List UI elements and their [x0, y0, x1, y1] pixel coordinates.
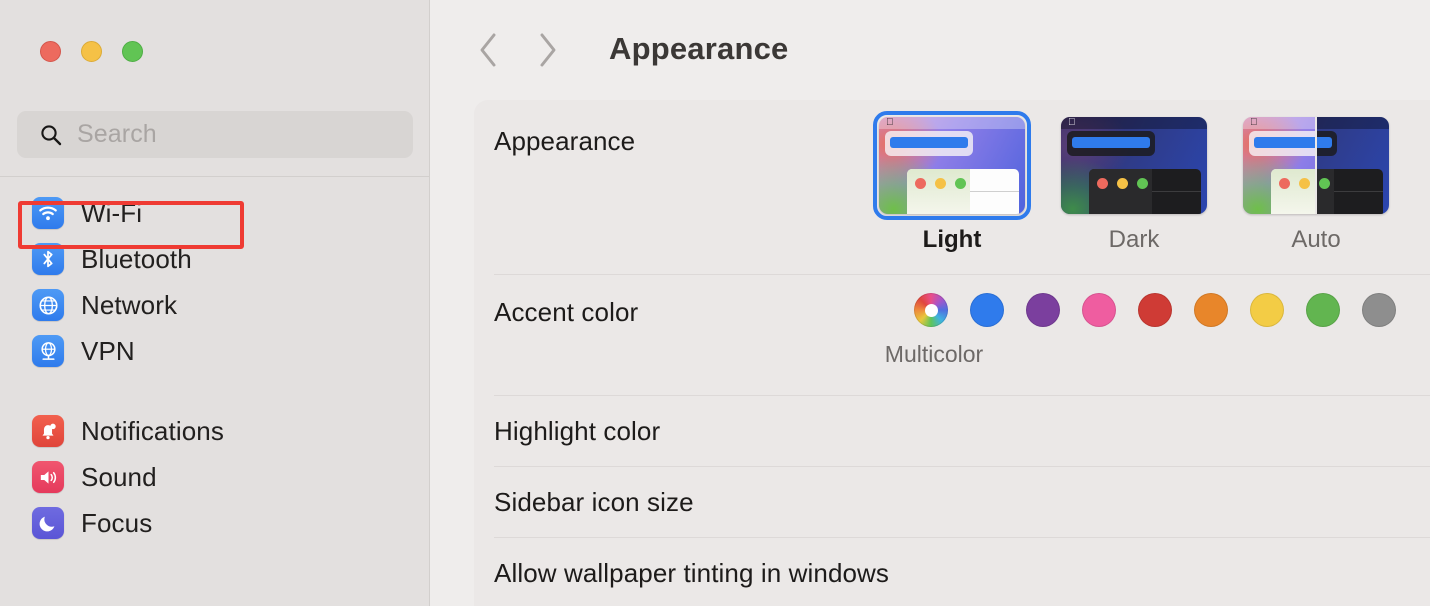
- sidebar-item-label: Bluetooth: [81, 243, 192, 274]
- search-icon: [41, 124, 62, 145]
- sidebar-item-label: Focus: [81, 507, 153, 538]
- appearance-option-label: Dark: [1108, 226, 1160, 253]
- accent-color-swatches: [914, 293, 1396, 327]
- sidebar-item-vpn[interactable]: VPN: [0, 328, 430, 374]
- sidebar-item-label: Network: [81, 289, 178, 320]
- sidebar-item-wifi[interactable]: Wi-Fi: [0, 190, 430, 236]
- navigation-arrows: [473, 28, 563, 72]
- appearance-option-auto[interactable]: : [1243, 117, 1389, 254]
- row-sidebar-icon-size: Sidebar icon size Medium: [474, 467, 1430, 537]
- sidebar: Search Wi-Fi Bluetooth Network VPN Notif…: [0, 0, 430, 606]
- row-accent-color: Accent color Multicolor: [474, 275, 1430, 395]
- content-area: Appearance Appearance : [431, 0, 1430, 606]
- appearance-option-light[interactable]:  Light: [873, 111, 1031, 254]
- chevron-right-icon[interactable]: [533, 28, 563, 72]
- accent-swatch-blue[interactable]: [970, 293, 1004, 327]
- row-label: Highlight color: [494, 415, 661, 446]
- apple-logo-icon: : [1068, 118, 1076, 128]
- apple-logo-icon: : [1250, 118, 1258, 128]
- close-button[interactable]: [40, 41, 61, 62]
- accent-swatch-purple[interactable]: [1026, 293, 1060, 327]
- row-appearance: Appearance : [474, 100, 1430, 274]
- appearance-options:  Light: [873, 111, 1389, 254]
- moon-icon: [32, 507, 64, 539]
- sidebar-group-network: Wi-Fi Bluetooth Network VPN: [0, 190, 430, 374]
- accent-swatch-red[interactable]: [1138, 293, 1172, 327]
- row-highlight-color: Highlight color Accent Color: [474, 396, 1430, 466]
- bell-icon: [32, 415, 64, 447]
- row-label: Accent color: [494, 297, 639, 327]
- sidebar-item-focus[interactable]: Focus: [0, 500, 430, 546]
- sidebar-item-sound[interactable]: Sound: [0, 454, 430, 500]
- accent-swatch-orange[interactable]: [1194, 293, 1228, 327]
- wifi-icon: [32, 197, 64, 229]
- toolbar: Appearance: [431, 0, 1430, 100]
- sidebar-item-label: Wi-Fi: [81, 197, 143, 228]
- page-title: Appearance: [609, 31, 789, 66]
- accent-swatch-green[interactable]: [1306, 293, 1340, 327]
- minimize-button[interactable]: [81, 41, 102, 62]
- sidebar-group-spacer: [0, 374, 430, 408]
- appearance-thumbnail-light: : [879, 117, 1025, 214]
- accent-swatch-multicolor[interactable]: [914, 293, 948, 327]
- appearance-thumbnail-auto: : [1243, 117, 1389, 214]
- row-label: Sidebar icon size: [494, 486, 694, 517]
- row-wallpaper-tinting: Allow wallpaper tinting in windows: [474, 538, 1430, 606]
- sidebar-item-label: Notifications: [81, 415, 224, 446]
- apple-logo-icon: : [886, 118, 894, 128]
- appearance-option-dark[interactable]:  Dark: [1061, 117, 1207, 254]
- search-field[interactable]: Search: [17, 111, 413, 158]
- window-controls: [40, 41, 143, 62]
- appearance-thumbnail-dark: : [1061, 117, 1207, 214]
- sidebar-nav: Wi-Fi Bluetooth Network VPN Notification…: [0, 190, 430, 546]
- search-placeholder: Search: [77, 120, 157, 148]
- sidebar-group-system: Notifications Sound Focus: [0, 408, 430, 546]
- network-globe-icon: [32, 289, 64, 321]
- settings-card: Appearance : [474, 100, 1430, 606]
- accent-swatch-yellow[interactable]: [1250, 293, 1284, 327]
- bluetooth-icon: [32, 243, 64, 275]
- sidebar-item-label: VPN: [81, 335, 135, 366]
- accent-color-caption: Multicolor: [884, 341, 984, 367]
- sidebar-item-notifications[interactable]: Notifications: [0, 408, 430, 454]
- appearance-option-label: Auto: [1291, 226, 1341, 253]
- chevron-left-icon[interactable]: [473, 28, 503, 72]
- sidebar-item-bluetooth[interactable]: Bluetooth: [0, 236, 430, 282]
- accent-swatch-pink[interactable]: [1082, 293, 1116, 327]
- appearance-option-label: Light: [922, 226, 982, 253]
- sidebar-item-network[interactable]: Network: [0, 282, 430, 328]
- sidebar-divider: [0, 176, 430, 177]
- vpn-globe-icon: [32, 335, 64, 367]
- row-label: Appearance: [494, 126, 636, 156]
- system-settings-window: Search Wi-Fi Bluetooth Network VPN Notif…: [0, 0, 1430, 606]
- row-label: Allow wallpaper tinting in windows: [494, 557, 890, 588]
- zoom-button[interactable]: [122, 41, 143, 62]
- accent-swatch-graphite[interactable]: [1362, 293, 1396, 327]
- sidebar-item-label: Sound: [81, 461, 157, 492]
- speaker-icon: [32, 461, 64, 493]
